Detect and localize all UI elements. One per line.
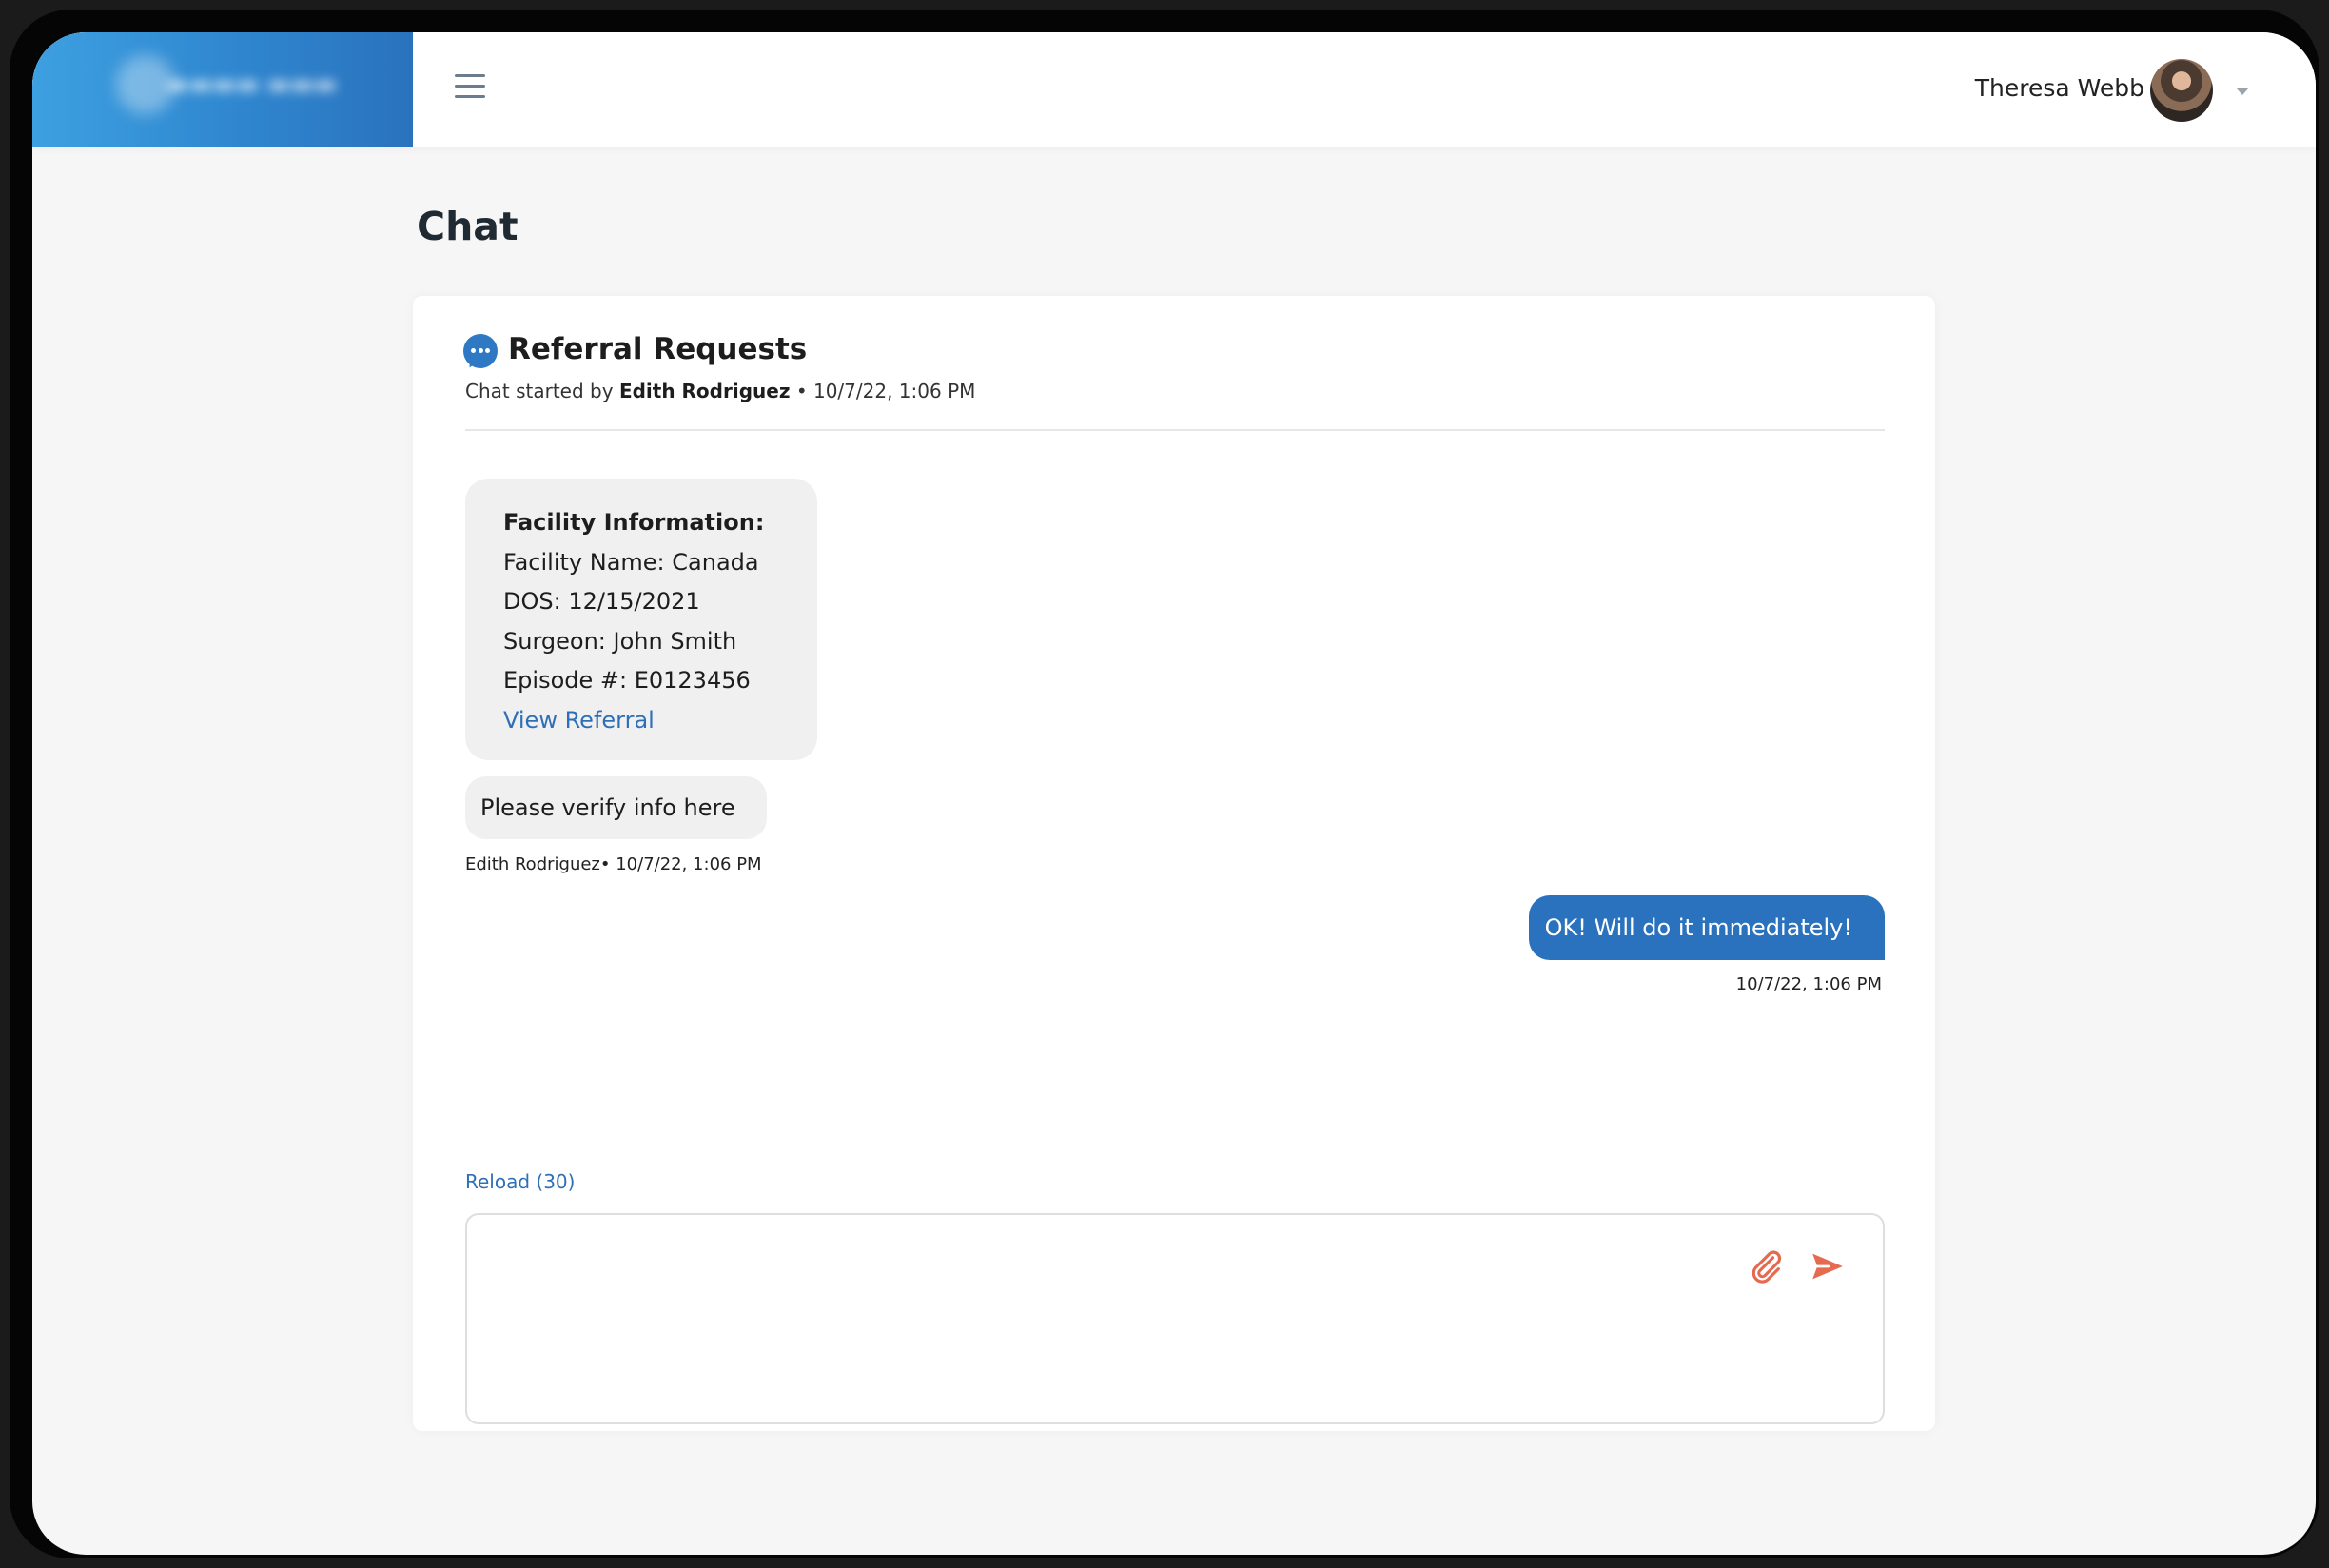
chat-started-time: • 10/7/22, 1:06 PM — [790, 380, 976, 402]
facility-dos: DOS: 12/15/2021 — [503, 588, 700, 615]
chat-started-by: Edith Rodriguez — [618, 380, 791, 402]
chat-card: Referral Requests Chat started by Edith … — [413, 296, 1935, 1431]
send-icon[interactable] — [1809, 1247, 1847, 1285]
chat-bubble-icon — [463, 334, 498, 368]
outgoing-message: OK! Will do it immediately! — [1528, 895, 1885, 960]
incoming-message: Please verify info here — [465, 776, 767, 839]
menu-icon[interactable] — [455, 74, 485, 103]
reload-link[interactable]: Reload (30) — [465, 1170, 575, 1193]
outgoing-message-meta: 10/7/22, 1:06 PM — [1735, 974, 1882, 994]
avatar[interactable] — [2150, 59, 2213, 122]
top-bar: ▬▬▬▬ ▬▬▬ Theresa Webb — [32, 32, 2316, 147]
app-screen: ▬▬▬▬ ▬▬▬ Theresa Webb Chat Referral Requ… — [32, 32, 2316, 1555]
brand-logo-area[interactable]: ▬▬▬▬ ▬▬▬ — [32, 32, 413, 147]
chat-started-info: Chat started by Edith Rodriguez • 10/7/2… — [465, 380, 975, 402]
paperclip-icon[interactable] — [1747, 1247, 1785, 1285]
chat-started-prefix: Chat started by — [465, 380, 619, 402]
facility-name: Facility Name: Canada — [503, 548, 759, 576]
chevron-down-icon[interactable] — [2236, 88, 2249, 95]
page-title: Chat — [417, 204, 519, 249]
facility-surgeon: Surgeon: John Smith — [503, 627, 737, 655]
message-input[interactable] — [486, 1234, 1803, 1409]
message-composer — [465, 1213, 1885, 1424]
facility-heading: Facility Information: — [503, 509, 765, 536]
user-name[interactable]: Theresa Webb — [1954, 74, 2144, 102]
device-frame: ▬▬▬▬ ▬▬▬ Theresa Webb Chat Referral Requ… — [10, 10, 2319, 1558]
facility-info-message: Facility Information: Facility Name: Can… — [465, 479, 817, 760]
chat-title: Referral Requests — [508, 332, 808, 366]
view-referral-link[interactable]: View Referral — [503, 701, 817, 741]
divider — [465, 429, 1885, 431]
brand-name: ▬▬▬▬ ▬▬▬ — [166, 70, 338, 99]
facility-episode: Episode #: E0123456 — [503, 667, 751, 694]
incoming-message-meta: Edith Rodriguez• 10/7/22, 1:06 PM — [465, 854, 762, 874]
